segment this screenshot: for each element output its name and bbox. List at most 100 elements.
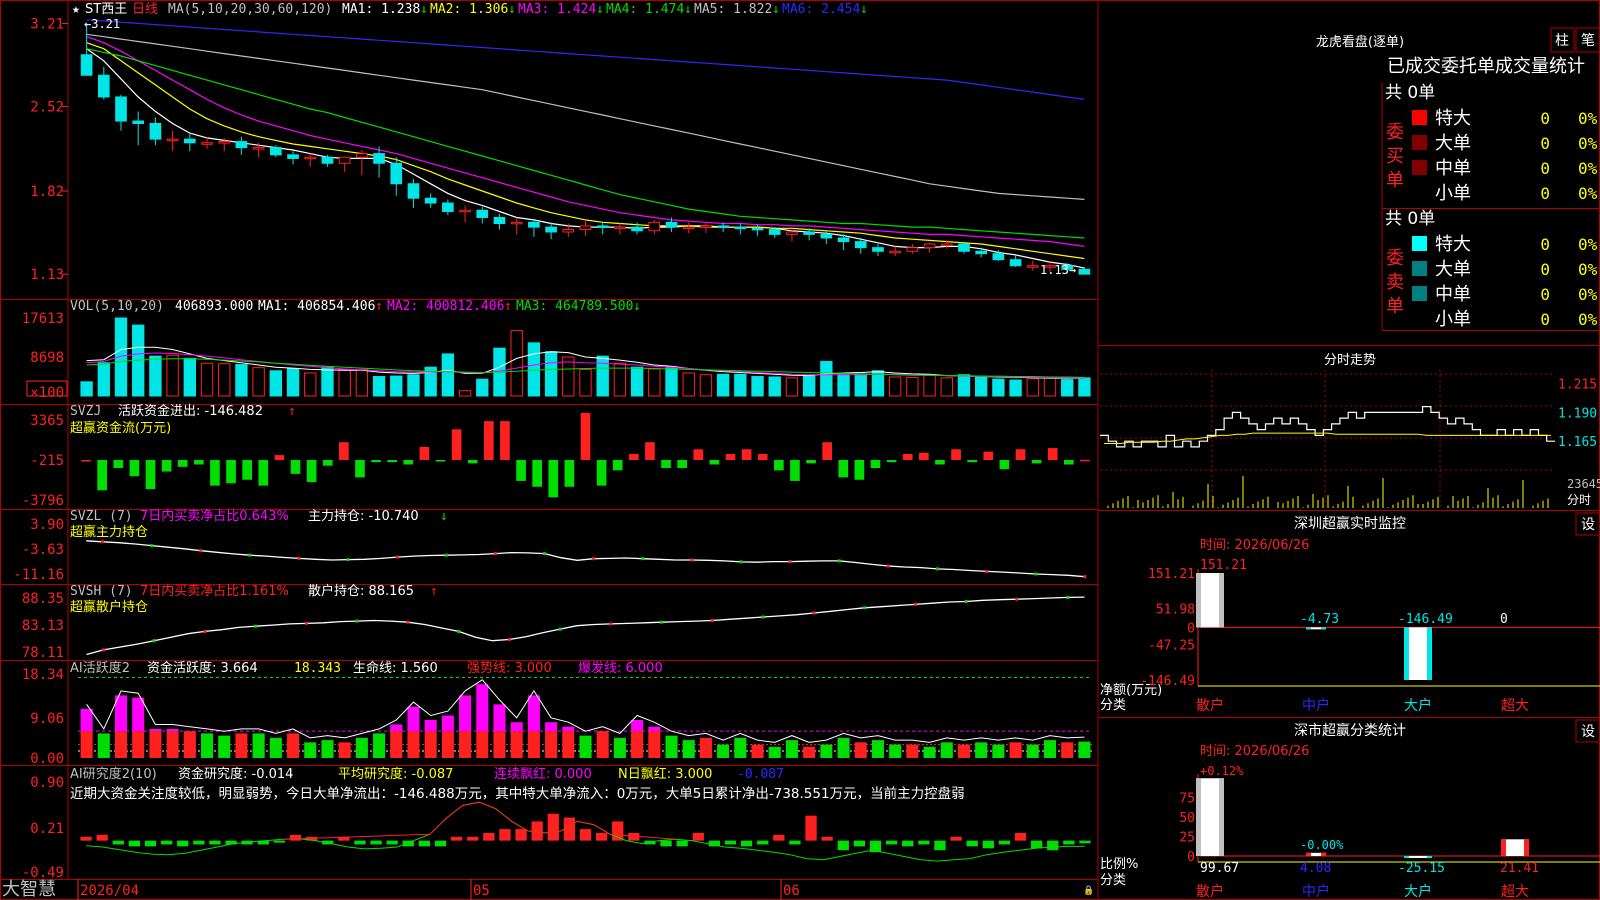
lock-icon[interactable]: 🔒 (1083, 885, 1094, 896)
svsh-holding-line-marker (152, 639, 156, 643)
activity-bar-base (493, 731, 506, 758)
sell-side-label-char: 委 (1386, 248, 1404, 269)
activity-bar (957, 744, 970, 758)
monitor-settings-label: 设 (1581, 517, 1595, 533)
svsh-holding-line-marker (203, 629, 207, 633)
monitor-value-label: 0 (1500, 612, 1508, 627)
activity-bar (1009, 742, 1022, 758)
ma-legend-item: MA5: 1.822 (694, 2, 772, 17)
activity-bar (218, 735, 231, 758)
vol-ma-legend-arrow: ↑ (504, 299, 512, 314)
classify-value-label: 99.67 (1200, 861, 1239, 876)
ai-active-chart[interactable] (78, 677, 1092, 758)
candle-body (975, 250, 988, 255)
svzl-chart[interactable] (86, 540, 1087, 579)
monitor-value-label: -146.49 (1398, 612, 1453, 627)
sell-row-label: 小单 (1435, 309, 1471, 330)
activity-bar-base (149, 731, 162, 758)
classify-axis-tick: 50 (1179, 811, 1195, 826)
activity-bar (837, 737, 850, 758)
ai-research-chart[interactable] (80, 801, 1091, 862)
volume-chart[interactable] (80, 317, 1091, 397)
fund-flow-bar (709, 459, 720, 465)
candle-body (321, 156, 334, 164)
main-candle-chart[interactable]: ←3.21 1.13→ (80, 17, 1091, 277)
svzl-holding-line-marker (444, 553, 448, 557)
period-label[interactable]: 日线 (132, 2, 158, 17)
monitor-bar-chart[interactable]: 151.2151.980-47.25-146.49散户 中户 大户 超大151.21-… (1140, 558, 1600, 714)
svzl-holding-line-marker (592, 557, 596, 561)
stroke-mode-button-label: 笔 (1581, 33, 1595, 49)
candle-body (923, 243, 936, 249)
research-bar (96, 834, 108, 841)
ai-research-avg: 平均研究度: -0.087 (338, 766, 453, 782)
research-bar (515, 829, 527, 841)
classify-bar-chart[interactable]: 75 50 25 0 散户 中户 大户 超大 99.67 4.08 -25.15 21.41 +0.12… (1179, 764, 1600, 900)
volume-bar (665, 367, 678, 397)
ai-active-activity: 资金活跃度: 3.664 (147, 660, 258, 676)
fund-flow-bar (306, 459, 317, 483)
ai-research-red-streak: 连续飘红: 0.000 (494, 766, 592, 782)
activity-bar-burst (476, 684, 489, 732)
monitor-category: 中户 (1302, 697, 1330, 714)
monitor-bar-edge (1219, 573, 1224, 628)
x-axis-label: 05 (473, 883, 490, 899)
ma-line-ma5 (86, 33, 1085, 200)
svzj-chart[interactable] (81, 412, 1090, 498)
classify-axis-tick: 75 (1179, 792, 1195, 807)
fund-flow-bar (210, 459, 220, 486)
candle-body (338, 156, 351, 164)
monitor-time: 时间: 2026/06/26 (1200, 538, 1309, 553)
svsh-holding-line-marker (406, 620, 410, 624)
volume-bar (648, 368, 661, 397)
activity-bar (940, 742, 953, 758)
volume-bar (200, 362, 214, 397)
svzl-title: SVZL (7) (70, 509, 133, 524)
vol-ma-legend-item: MA2: 400812.406 (387, 299, 504, 314)
svzl-arrow: ↓ (440, 509, 448, 524)
fund-flow-bar (854, 459, 865, 480)
research-bar (563, 817, 576, 841)
volume-bar (510, 329, 523, 397)
star-mark: ★ (72, 2, 80, 17)
price-axis-tick: 2.52 (30, 100, 64, 116)
ma-legend-arrow: ↓ (772, 2, 780, 17)
research-bar (853, 840, 866, 847)
stock-name[interactable]: ST西王 (85, 2, 127, 17)
fund-flow-bar (677, 459, 687, 469)
activity-bar-base (562, 731, 575, 758)
research-bar (467, 836, 479, 841)
sell-row-swatch (1412, 286, 1427, 301)
svzj-line1: 活跃资金进出: -146.482 (118, 403, 263, 419)
fund-flow-bar (451, 429, 462, 460)
candle-body (717, 225, 729, 228)
activity-bar (820, 744, 833, 758)
volume-bar (269, 370, 283, 397)
svzl-holding-line-marker (199, 549, 203, 553)
app-logo-text: 大智慧 (2, 879, 56, 900)
bottom-bar: 大智慧 2026/04 05 06 🔒 (2, 879, 1094, 900)
research-bar (1014, 832, 1027, 841)
classify-panel: 深市超赢分类统计 设 时间: 2026/06/26 比例% 分类 75 50 25 0… (1100, 719, 1600, 900)
ma-legend-item: MA3: 1.424 (518, 2, 596, 17)
sell-row-swatch (1412, 261, 1427, 276)
candle-body (166, 138, 179, 142)
research-bar (692, 832, 704, 841)
svsh-header: SVSH (7) 7日内买卖净占比1.161% 散户持仓: 88.165 ↑ 超… (70, 583, 438, 615)
candle-body (218, 141, 231, 144)
intraday-chart[interactable]: 1.215 1.190 1.165 (1100, 378, 1597, 508)
svsh-chart[interactable] (86, 595, 1085, 656)
ma-legend-arrow: ↓ (508, 2, 516, 17)
svzl-holding-line-marker (788, 560, 792, 564)
sell-side-label-char: 单 (1386, 296, 1404, 317)
svzl-holding-line-marker (837, 559, 841, 563)
panel-axis-tick: 0.00 (30, 751, 64, 767)
classify-ylabel: 比例% (1100, 857, 1138, 872)
activity-bar-burst (132, 697, 145, 732)
volume-bar (441, 353, 455, 397)
candle-body (1078, 268, 1091, 275)
svsh-holding-line-marker (355, 619, 359, 623)
sell-row-swatch (1412, 236, 1427, 251)
panel-axis-tick: 88.35 (22, 591, 64, 607)
candle-body (700, 225, 712, 228)
